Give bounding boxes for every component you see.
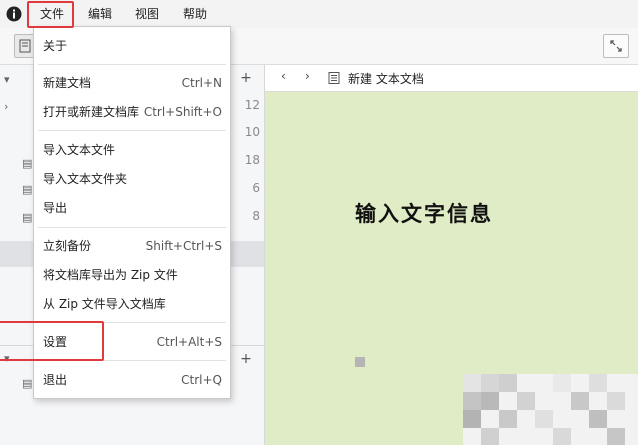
add-library-button[interactable]: + <box>240 351 252 367</box>
doc-count: 6 <box>252 181 260 195</box>
doc-count: 12 <box>244 98 260 112</box>
collapse-icon[interactable]: ▾ <box>4 73 10 86</box>
editor-header: ‹ › 新建 文本文档 <box>265 65 638 92</box>
highlight-file-menu <box>27 1 74 28</box>
menu-item-import-text[interactable]: 导入文本文件 <box>34 138 230 162</box>
menu-item-exit[interactable]: 退出 Ctrl+Q <box>34 368 230 392</box>
collapse-icon[interactable]: › <box>4 100 8 113</box>
menu-separator <box>38 227 226 228</box>
fullscreen-button[interactable] <box>603 34 629 58</box>
menu-item-label: 导入文本文件夹 <box>43 172 128 186</box>
menu-help[interactable]: 帮助 <box>183 5 207 23</box>
menu-item-label: 关于 <box>43 39 68 53</box>
menu-item-label: 导出 <box>43 201 68 215</box>
menu-edit[interactable]: 编辑 <box>88 5 112 23</box>
editor-area[interactable]: 输入文字信息 <box>265 92 638 445</box>
forward-button[interactable]: › <box>305 69 310 83</box>
document-icon: ▤ <box>22 211 33 224</box>
text-cursor-marker <box>355 357 365 367</box>
menu-item-label: 新建文档 <box>43 76 92 90</box>
highlight-settings-item <box>0 321 104 361</box>
doc-count: 8 <box>252 209 260 223</box>
menu-bar: 文件 编辑 视图 帮助 <box>0 0 638 28</box>
info-icon[interactable] <box>6 6 22 22</box>
menu-item-label: 将文档库导出为 Zip 文件 <box>43 268 178 282</box>
menu-item-export-zip[interactable]: 将文档库导出为 Zip 文件 <box>34 263 230 287</box>
menu-item-about[interactable]: 关于 <box>34 34 230 58</box>
document-icon <box>328 72 340 84</box>
menu-item-new-document[interactable]: 新建文档 Ctrl+N <box>34 71 230 95</box>
menu-item-label: 导入文本文件 <box>43 143 116 157</box>
menu-item-export[interactable]: 导出 <box>34 196 230 220</box>
menu-item-label: 从 Zip 文件导入文档库 <box>43 297 166 311</box>
menu-item-shortcut: Ctrl+Alt+S <box>156 335 222 349</box>
document-icon: ▤ <box>22 183 33 196</box>
menu-item-label: 立刻备份 <box>43 239 92 253</box>
menu-item-shortcut: Ctrl+Shift+O <box>143 105 222 119</box>
document-icon <box>19 39 31 53</box>
blurred-watermark <box>463 374 638 445</box>
back-button[interactable]: ‹ <box>281 69 286 83</box>
menu-separator <box>38 130 226 131</box>
add-document-button[interactable]: + <box>240 70 252 86</box>
menu-item-backup[interactable]: 立刻备份 Shift+Ctrl+S <box>34 234 230 258</box>
document-title: 新建 文本文档 <box>348 72 424 86</box>
menu-separator <box>38 64 226 65</box>
editor-content[interactable]: 输入文字信息 <box>355 198 493 228</box>
menu-item-import-zip[interactable]: 从 Zip 文件导入文档库 <box>34 292 230 316</box>
menu-item-shortcut: Ctrl+N <box>181 76 222 90</box>
menu-item-shortcut: Ctrl+Q <box>181 373 222 387</box>
menu-item-import-folder[interactable]: 导入文本文件夹 <box>34 167 230 191</box>
doc-count: 18 <box>244 153 260 167</box>
menu-item-open-library[interactable]: 打开或新建文档库 Ctrl+Shift+O <box>34 100 230 124</box>
document-icon: ▤ <box>22 157 33 170</box>
menu-item-label: 打开或新建文档库 <box>43 105 140 119</box>
document-icon: ▤ <box>22 377 33 390</box>
menu-item-shortcut: Shift+Ctrl+S <box>145 239 222 253</box>
doc-count: 10 <box>244 125 260 139</box>
menu-item-label: 退出 <box>43 373 68 387</box>
expand-icon <box>610 40 622 52</box>
menu-view[interactable]: 视图 <box>135 5 159 23</box>
